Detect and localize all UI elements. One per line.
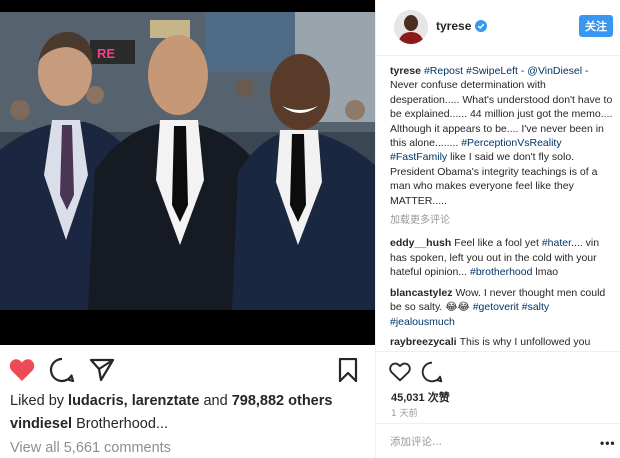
verified-badge-icon <box>475 20 488 32</box>
comment-bubble-icon[interactable] <box>46 354 78 386</box>
likes-count-link[interactable]: 798,882 others <box>232 393 333 409</box>
comment-username[interactable]: tyrese <box>390 65 421 77</box>
feed-post: RE Liked by ludacris, larenztate and 798… <box>0 0 375 458</box>
comment-items: eddy__hush Feel like a fool yet #hater...… <box>390 236 615 351</box>
header-username[interactable]: tyrese <box>436 19 488 33</box>
bookmark-icon[interactable] <box>332 354 364 386</box>
hashtag-link[interactable]: #getoverit <box>473 301 519 313</box>
post-timestamp: 1 天前 <box>391 409 418 419</box>
add-comment-bar: ••• <box>376 423 620 458</box>
comment-username[interactable]: raybreezycali <box>390 336 457 348</box>
post-caption: vindiesel Brotherhood... <box>10 416 168 432</box>
likes-and: and <box>203 393 228 409</box>
hashtag-link[interactable]: #FastFamily <box>390 151 447 163</box>
detail-header: tyrese 关注 <box>376 0 620 56</box>
hashtag-link[interactable]: @VinDiesel <box>527 65 582 77</box>
heart-outline-icon[interactable] <box>388 360 412 384</box>
heart-filled-icon[interactable] <box>6 354 38 386</box>
comment-text: This is why I unfollowed you <box>459 335 591 348</box>
liked-by-separator: , <box>123 393 128 409</box>
likes-summary: Liked by ludacris, larenztate and 798,88… <box>10 393 332 409</box>
hashtag-link[interactable]: #PerceptionVsReality <box>461 137 561 149</box>
hashtag-link[interactable]: #salty <box>522 301 549 313</box>
hashtag-link[interactable]: #jealousmuch <box>390 316 455 328</box>
add-comment-input[interactable] <box>390 434 580 450</box>
follow-button[interactable]: 关注 <box>579 15 613 37</box>
comment-username[interactable]: eddy__hush <box>390 237 451 249</box>
avatar[interactable] <box>394 10 428 44</box>
likes-prefix: Liked by <box>10 393 65 409</box>
comment-item: raybreezycali This is why I unfollowed yo… <box>390 335 615 349</box>
hashtag-link[interactable]: #SwipeLeft <box>466 65 518 77</box>
hashtag-link[interactable]: #hater <box>542 237 571 249</box>
likes-count[interactable]: 45,031 次赞 <box>391 389 450 405</box>
post-photo[interactable]: RE <box>0 0 375 345</box>
caption-username[interactable]: vindiesel <box>10 416 72 432</box>
username-text[interactable]: tyrese <box>436 19 471 33</box>
hashtag-link[interactable]: #Repost <box>424 65 463 77</box>
hashtag-link[interactable]: #brotherhood <box>470 266 532 278</box>
photo-sign-text: RE <box>97 46 115 61</box>
comment-text: - <box>517 65 528 77</box>
comment-text: Feel like a fool yet <box>454 237 542 250</box>
post-detail-panel: tyrese 关注 tyrese #Repost #SwipeLeft - @Vi… <box>375 0 620 458</box>
comment-item: eddy__hush Feel like a fool yet #hater...… <box>390 236 615 279</box>
liked-by-user-link[interactable]: larenztate <box>132 393 200 409</box>
view-all-comments-link[interactable]: View all 5,661 comments <box>10 440 171 456</box>
photo-illustration: RE <box>0 0 375 345</box>
comment-item: blancastylez Wow. I never thought men cou… <box>390 286 615 329</box>
caption-comment: tyrese #Repost #SwipeLeft - @VinDiesel - … <box>390 64 615 208</box>
liked-by-user-link[interactable]: ludacris <box>68 393 124 409</box>
caption-text: Brotherhood... <box>76 416 168 432</box>
detail-action-bar <box>376 351 620 387</box>
comment-bubble-icon[interactable] <box>420 360 444 384</box>
paper-plane-icon[interactable] <box>86 354 118 386</box>
more-options-icon[interactable]: ••• <box>600 436 616 450</box>
comment-username[interactable]: blancastylez <box>390 287 452 299</box>
comments-list: tyrese #Repost #SwipeLeft - @VinDiesel - … <box>376 64 620 351</box>
comment-text: lmao <box>532 266 559 279</box>
post-action-bar <box>0 354 375 386</box>
load-more-comments-link[interactable]: 加载更多评论 <box>390 214 615 228</box>
